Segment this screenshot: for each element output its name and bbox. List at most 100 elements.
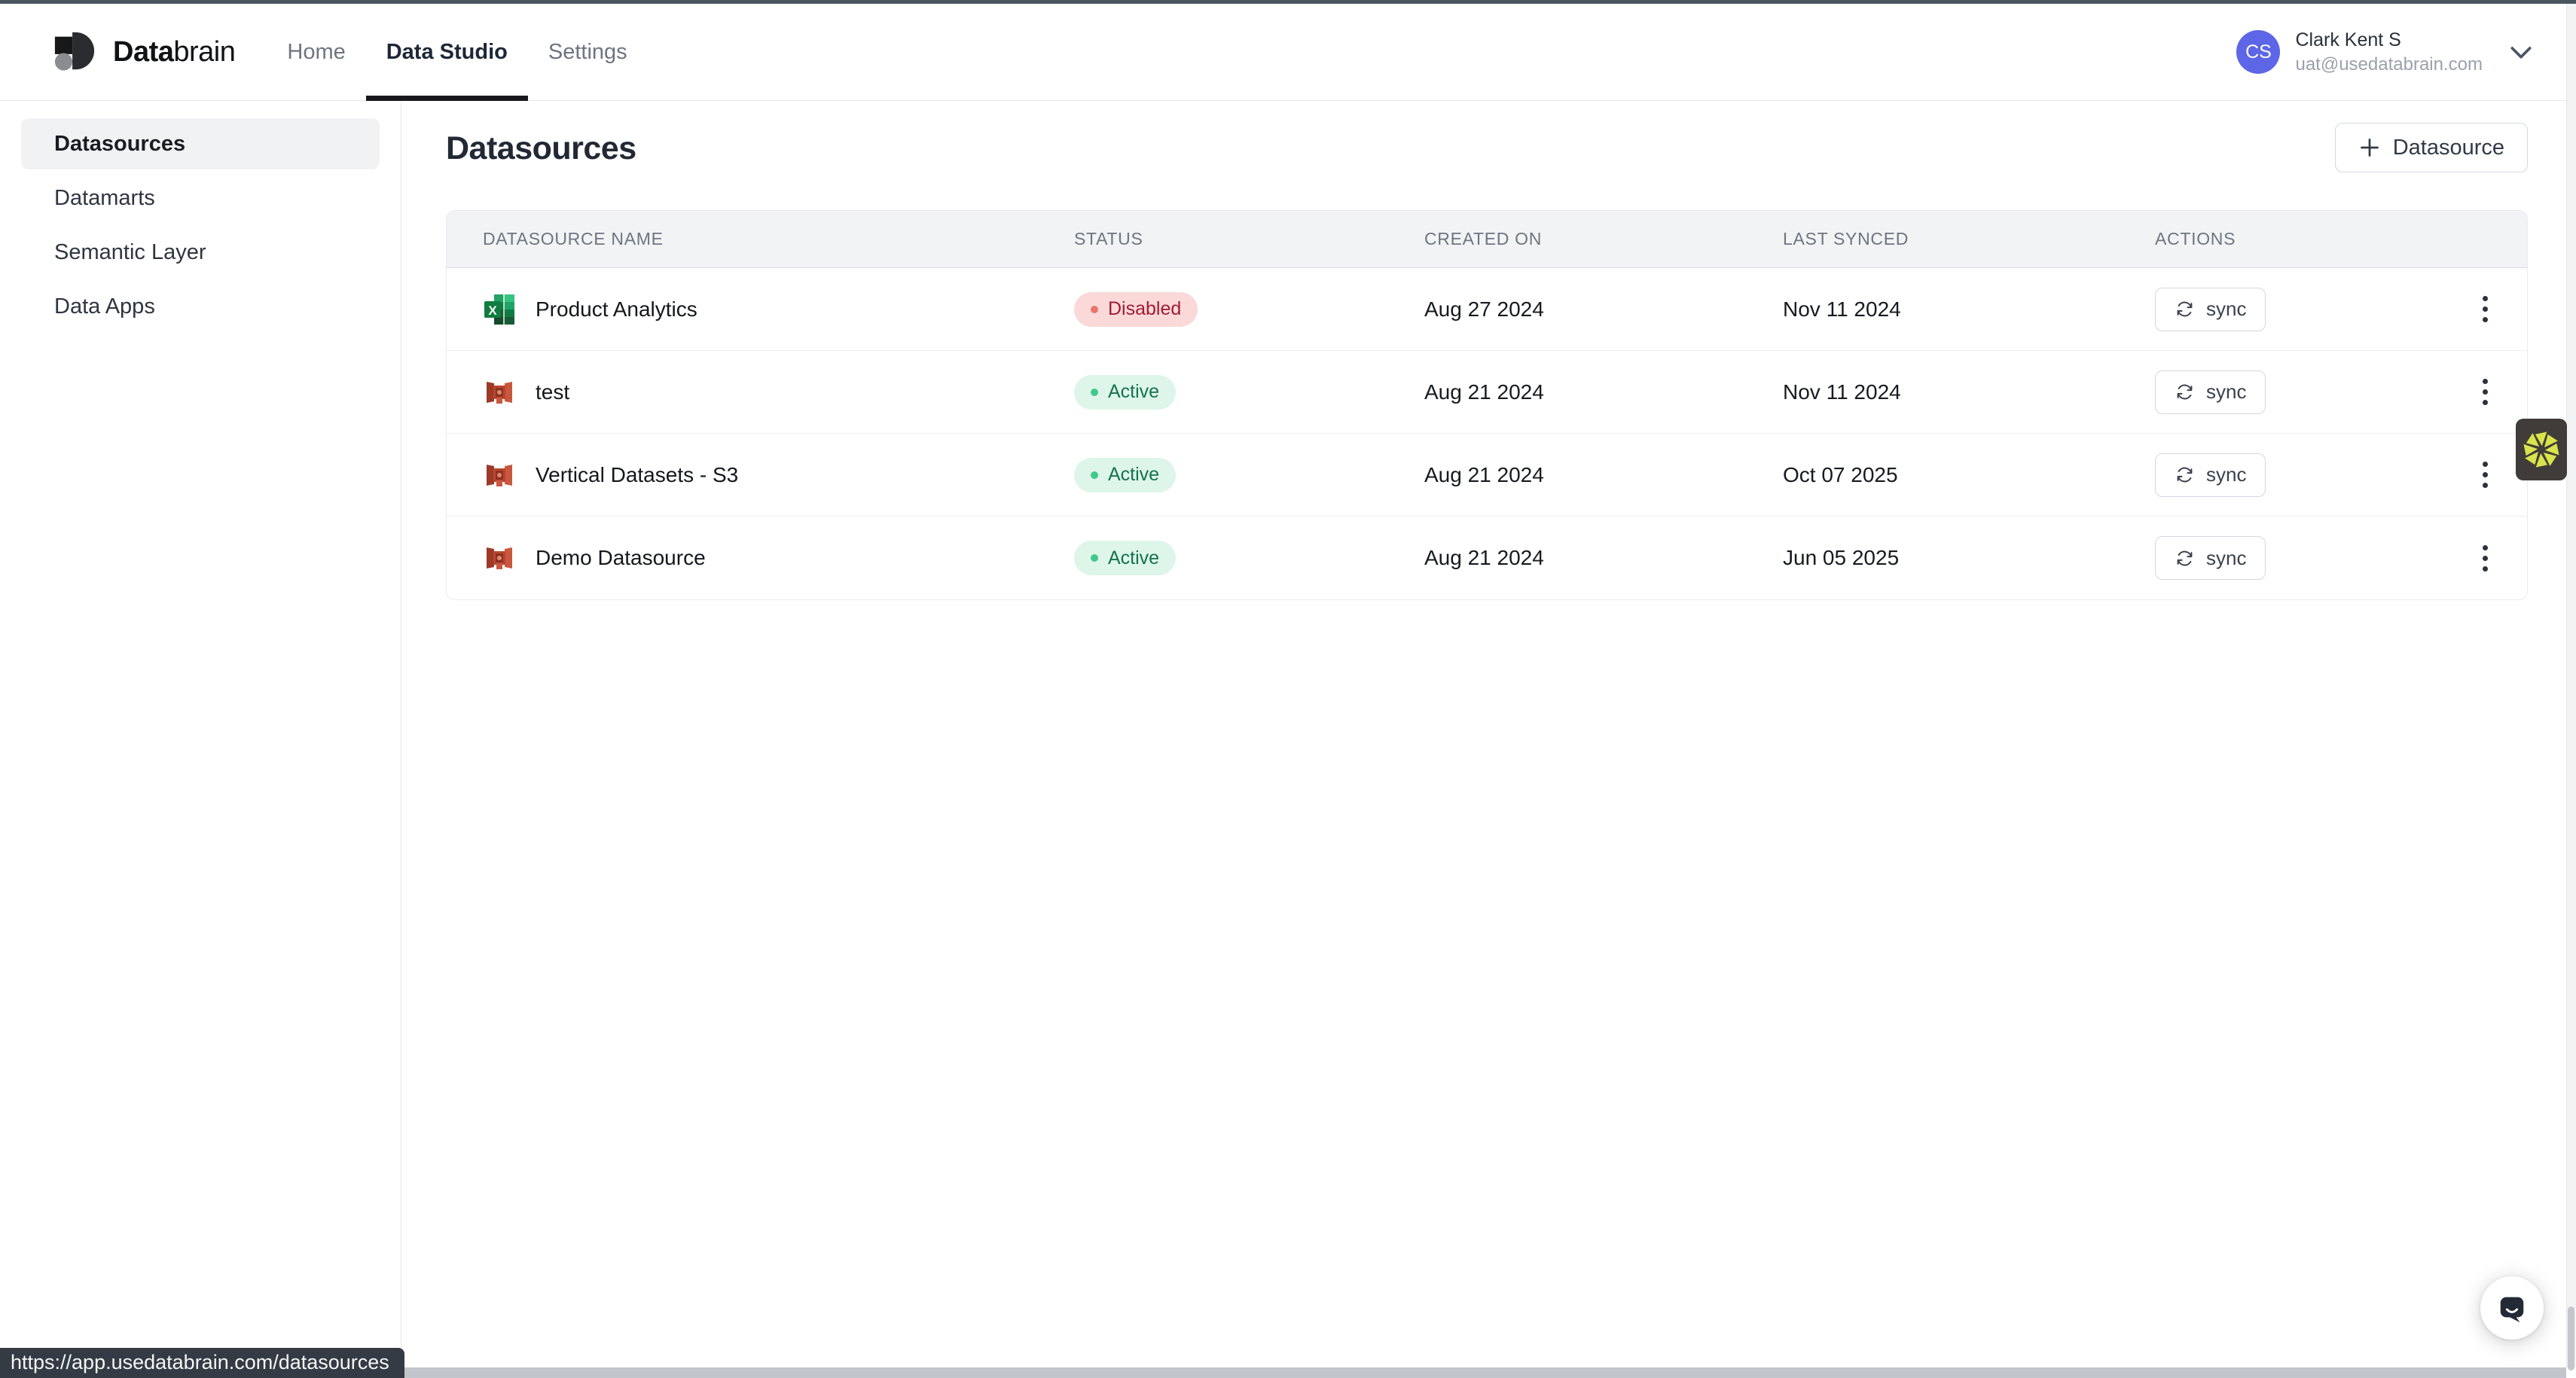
last-synced-value: Nov 11 2024 [1783,380,2155,404]
last-synced-value: Oct 07 2025 [1783,463,2155,487]
user-name: Clark Kent S [2295,29,2483,51]
status-cell: Active [1074,541,1424,575]
sync-label: sync [2206,463,2246,486]
datasources-table: DATASOURCE NAMESTATUSCREATED ONLAST SYNC… [446,210,2528,600]
sidebar-item-datamarts[interactable]: Datamarts [21,172,380,224]
refresh-icon [2175,548,2195,569]
last-synced-value: Nov 11 2024 [1783,297,2155,322]
last-synced-value: Jun 05 2025 [1783,546,2155,570]
sidebar-item-data-apps[interactable]: Data Apps [21,281,380,332]
chat-bubble-icon [2496,1292,2528,1324]
page-title: Datasources [446,130,636,167]
add-datasource-button[interactable]: Datasource [2335,123,2528,172]
redshift-icon [483,459,516,492]
status-badge: Disabled [1074,292,1198,327]
assistant-edge-widget[interactable] [2516,419,2567,480]
datasource-name: Vertical Datasets - S3 [536,463,738,487]
sync-label: sync [2206,297,2246,321]
databrain-logo-icon [53,30,96,74]
status-label: Active [1108,464,1159,486]
window-top-bar [0,0,2576,4]
redshift-icon [483,459,516,492]
column-header-created-on: CREATED ON [1424,229,1783,249]
tab-data-studio[interactable]: Data Studio [366,4,528,100]
svg-text:X: X [488,303,497,318]
datasource-name: test [536,380,569,404]
datasource-name-cell[interactable]: Vertical Datasets - S3 [447,459,1074,492]
add-datasource-label: Datasource [2393,136,2504,160]
status-cell: Active [1074,458,1424,492]
status-bar-url: https://app.usedatabrain.com/datasources [0,1348,404,1378]
created-on-value: Aug 21 2024 [1424,380,1783,404]
refresh-icon [2175,465,2195,485]
table-header-row: DATASOURCE NAMESTATUSCREATED ONLAST SYNC… [447,211,2527,268]
sync-button[interactable]: sync [2155,370,2266,414]
status-badge: Active [1074,541,1176,575]
avatar: CS [2236,30,2280,74]
sync-button[interactable]: sync [2155,536,2266,580]
sync-button[interactable]: sync [2155,453,2266,497]
datasource-name: Demo Datasource [536,546,706,570]
redshift-icon [483,541,516,575]
created-on-value: Aug 21 2024 [1424,463,1783,487]
tab-settings[interactable]: Settings [528,4,648,100]
user-email: uat@usedatabrain.com [2295,54,2483,75]
status-label: Active [1108,381,1159,403]
app-header: Databrain HomeData StudioSettings CS Cla… [0,4,2576,101]
status-dot-icon [1091,471,1098,479]
status-dot-icon [1091,306,1098,313]
excel-icon: X [483,293,516,326]
refresh-icon [2175,299,2195,319]
status-label: Active [1108,547,1159,569]
vertical-scrollbar[interactable] [2566,4,2576,1367]
created-on-value: Aug 27 2024 [1424,297,1783,322]
sidebar-item-datasources[interactable]: Datasources [21,118,380,169]
column-header-actions: ACTIONS [2155,229,2527,249]
redshift-icon [483,376,516,409]
row-menu-kebab-icon[interactable] [2475,288,2495,330]
user-menu[interactable]: CS Clark Kent S uat@usedatabrain.com [2236,4,2532,100]
sync-button[interactable]: sync [2155,288,2266,331]
column-header-last-synced: LAST SYNCED [1783,229,2155,249]
status-badge: Active [1074,375,1176,410]
table-body: X Product Analytics Disabled Aug 27 2024… [447,268,2527,599]
redshift-icon [483,376,516,409]
row-menu-kebab-icon[interactable] [2475,371,2495,413]
row-menu-kebab-icon[interactable] [2475,538,2495,579]
table-row[interactable]: X Product Analytics Disabled Aug 27 2024… [447,268,2527,351]
refresh-icon [2175,382,2195,402]
status-dot-icon [1091,389,1098,396]
chat-launcher-button[interactable] [2480,1276,2544,1340]
sync-label: sync [2206,380,2246,404]
brand[interactable]: Databrain [53,4,235,100]
brand-name: Databrain [113,36,235,69]
actions-cell: sync [2155,370,2527,414]
datasource-name-cell[interactable]: Demo Datasource [447,541,1074,575]
datasource-name-cell[interactable]: X Product Analytics [447,293,1074,326]
status-badge: Active [1074,458,1176,492]
sidebar: DatasourcesDatamartsSemantic LayerData A… [0,102,401,1378]
table-row[interactable]: Demo Datasource Active Aug 21 2024 Jun 0… [447,517,2527,599]
redshift-icon [483,541,516,575]
datasource-name: Product Analytics [536,297,697,322]
row-menu-kebab-icon[interactable] [2475,454,2495,495]
actions-cell: sync [2155,453,2527,497]
sidebar-item-semantic-layer[interactable]: Semantic Layer [21,227,380,278]
main-nav: HomeData StudioSettings [267,4,647,100]
excel-icon: X [483,293,516,326]
sync-label: sync [2206,547,2246,570]
actions-cell: sync [2155,536,2527,580]
table-row[interactable]: test Active Aug 21 2024 Nov 11 2024 sync [447,351,2527,434]
chevron-down-icon[interactable] [2510,44,2532,59]
status-label: Disabled [1108,298,1181,320]
status-cell: Disabled [1074,292,1424,327]
table-row[interactable]: Vertical Datasets - S3 Active Aug 21 202… [447,434,2527,517]
datasource-name-cell[interactable]: test [447,376,1074,409]
tab-home[interactable]: Home [267,4,365,100]
main-content: Datasources Datasource DATASOURCE NAMEST… [402,102,2576,1378]
status-cell: Active [1074,375,1424,410]
status-dot-icon [1091,554,1098,562]
plus-icon [2358,136,2381,159]
vertical-scrollbar-thumb[interactable] [2568,1306,2574,1370]
asterisk-logo-icon [2522,430,2561,469]
